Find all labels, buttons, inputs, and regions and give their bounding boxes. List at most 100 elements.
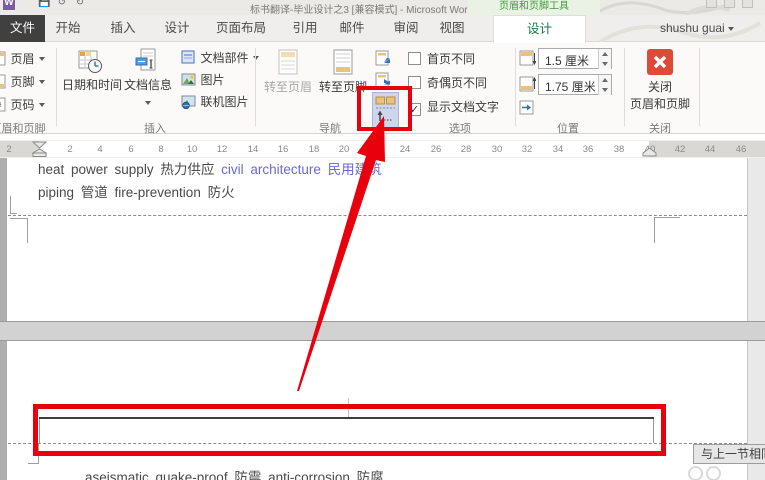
header-from-top-value: 1.5 厘米 xyxy=(545,52,589,69)
header-text-plain: heat power supply 热力供应 xyxy=(38,162,221,177)
date-time-button[interactable]: 日期和时间 xyxy=(62,48,117,93)
tab-insert[interactable]: 插入 xyxy=(110,15,135,42)
ruler-number: 6 xyxy=(128,144,133,155)
picture-button[interactable]: 图片 xyxy=(181,71,224,89)
group-divider xyxy=(699,48,700,126)
header-text-line-1[interactable]: heat power supply 热力供应 civil architectur… xyxy=(38,158,382,178)
ruler-number: 28 xyxy=(461,144,472,155)
tab-pagelayout[interactable]: 页面布局 xyxy=(216,15,266,42)
minimize-button[interactable] xyxy=(706,0,717,8)
redo-icon[interactable]: ↻ xyxy=(74,0,86,10)
ruler-number: 22 xyxy=(370,144,381,155)
body-text-line[interactable]: aseismatic quake-proof 防震 anti-corrosion… xyxy=(85,466,384,480)
previous-section-icon xyxy=(374,50,392,66)
alignment-tab-icon[interactable] xyxy=(519,100,535,116)
close-label-line2: 页眉和页脚 xyxy=(630,95,690,112)
group-divider xyxy=(255,48,256,126)
right-indent-marker[interactable] xyxy=(642,148,657,157)
online-pictures-icon xyxy=(181,94,196,109)
save-icon[interactable]: 💾 xyxy=(38,0,50,10)
text-boundary-mark xyxy=(10,213,17,214)
show-document-text-checkbox[interactable]: ✓显示文档文字 xyxy=(408,98,499,116)
title-bar: W 💾 ↺ ↻ 标书翻译-毕业设计之3 [兼容模式] - Microsoft W… xyxy=(0,0,765,15)
online-pictures-button[interactable]: 联机图片 xyxy=(181,93,248,111)
ruler-number: 38 xyxy=(614,144,625,155)
ruler-number: 20 xyxy=(339,144,350,155)
go-to-footer-icon xyxy=(330,48,356,76)
header-text-hyperlink[interactable]: civil architecture 民用建筑 xyxy=(221,162,382,177)
tab-mailings[interactable]: 邮件 xyxy=(339,15,364,42)
ruler-number: 30 xyxy=(492,144,503,155)
group-divider xyxy=(56,48,57,126)
spin-up-icon[interactable] xyxy=(598,75,611,85)
account-user-name[interactable]: shushu guai xyxy=(660,15,734,42)
tab-view[interactable]: 视图 xyxy=(439,15,464,42)
header-icon xyxy=(0,51,6,66)
different-odd-even-checkbox[interactable]: 奇偶页不同 xyxy=(408,74,487,92)
annotation-box-ribbon-button xyxy=(357,86,412,131)
tab-review[interactable]: 审阅 xyxy=(393,15,418,42)
maximize-button[interactable] xyxy=(724,0,735,8)
tab-home[interactable]: 开始 xyxy=(55,15,80,42)
first-line-indent-marker xyxy=(33,142,46,148)
tab-headerfooter-design[interactable]: 设计 xyxy=(493,15,586,43)
group-label-navigation: 导航 xyxy=(319,120,341,136)
page-number-button[interactable]: # 页码 xyxy=(0,96,45,114)
ruler-number: 42 xyxy=(675,144,686,155)
previous-section-button[interactable] xyxy=(374,49,392,67)
tab-file[interactable]: 文件 xyxy=(0,15,45,42)
page-number-button-label: 页码 xyxy=(10,98,34,112)
ruler-number: 26 xyxy=(431,144,442,155)
quick-parts-button[interactable]: 文档部件 xyxy=(181,49,259,67)
footer-button[interactable]: 页脚 xyxy=(0,73,45,91)
header-from-top-field[interactable]: 1.5 厘米 xyxy=(538,48,612,69)
indent-markers[interactable] xyxy=(32,141,47,157)
spin-up-icon[interactable] xyxy=(598,49,611,59)
footer-button-label: 页脚 xyxy=(10,75,34,89)
spin-down-icon[interactable] xyxy=(598,59,611,69)
annotation-box-footer-area xyxy=(33,404,666,456)
picture-label: 图片 xyxy=(200,73,224,87)
close-window-button[interactable] xyxy=(742,0,753,8)
footer-from-bottom-field[interactable]: 1.75 厘米 xyxy=(538,74,612,95)
page-right-gap xyxy=(747,158,765,480)
show-document-text-label: 显示文档文字 xyxy=(427,100,499,114)
tab-references[interactable]: 引用 xyxy=(292,15,317,42)
tab-design[interactable]: 设计 xyxy=(164,15,189,42)
ruler-number: 32 xyxy=(522,144,533,155)
document-info-label: 文档信息 xyxy=(120,76,176,93)
different-first-page-checkbox[interactable]: 首页不同 xyxy=(408,50,475,68)
decor-circle xyxy=(688,466,703,480)
group-divider xyxy=(624,48,625,126)
text-boundary-mark xyxy=(654,217,680,218)
same-as-previous-badge: 与上一节相同 xyxy=(693,444,765,464)
page-left-gap xyxy=(0,158,7,480)
ruler-number: 8 xyxy=(158,144,163,155)
chevron-down-icon xyxy=(39,80,45,84)
group-label-options: 选项 xyxy=(449,120,471,136)
header-text-line-2[interactable]: piping 管道 fire-prevention 防火 xyxy=(38,181,235,201)
undo-icon[interactable]: ↺ xyxy=(56,0,68,10)
quick-parts-label: 文档部件 xyxy=(200,51,248,65)
close-header-footer-button[interactable]: 关闭 页眉和页脚 xyxy=(630,48,690,112)
text-boundary-mark xyxy=(10,196,11,214)
picture-icon xyxy=(181,72,196,87)
document-info-button[interactable]: 文档信息 xyxy=(120,48,176,112)
ruler-number: 2 xyxy=(67,144,72,155)
left-indent-marker xyxy=(33,153,46,157)
ruler-bar: 2 2 4 6 8 10 12 14 16 18 20 22 24 26 28 … xyxy=(0,141,765,157)
ribbon-tab-row: 文件 开始 插入 设计 页面布局 引用 邮件 审阅 视图 设计 shushu g… xyxy=(0,15,765,42)
ruler-number: 10 xyxy=(187,144,198,155)
go-to-header-icon xyxy=(275,48,301,76)
spin-down-icon[interactable] xyxy=(598,85,611,95)
online-pictures-label: 联机图片 xyxy=(200,95,248,109)
different-odd-even-label: 奇偶页不同 xyxy=(427,76,487,90)
text-boundary-mark xyxy=(10,218,28,219)
horizontal-ruler[interactable]: 2 2 4 6 8 10 12 14 16 18 20 22 24 26 28 … xyxy=(0,140,765,158)
header-button[interactable]: 页眉 xyxy=(0,50,45,68)
ruler-number: 36 xyxy=(583,144,594,155)
group-divider xyxy=(515,48,516,126)
different-first-page-label: 首页不同 xyxy=(427,52,475,66)
ruler-number: 46 xyxy=(736,144,747,155)
chevron-down-icon xyxy=(145,101,151,105)
